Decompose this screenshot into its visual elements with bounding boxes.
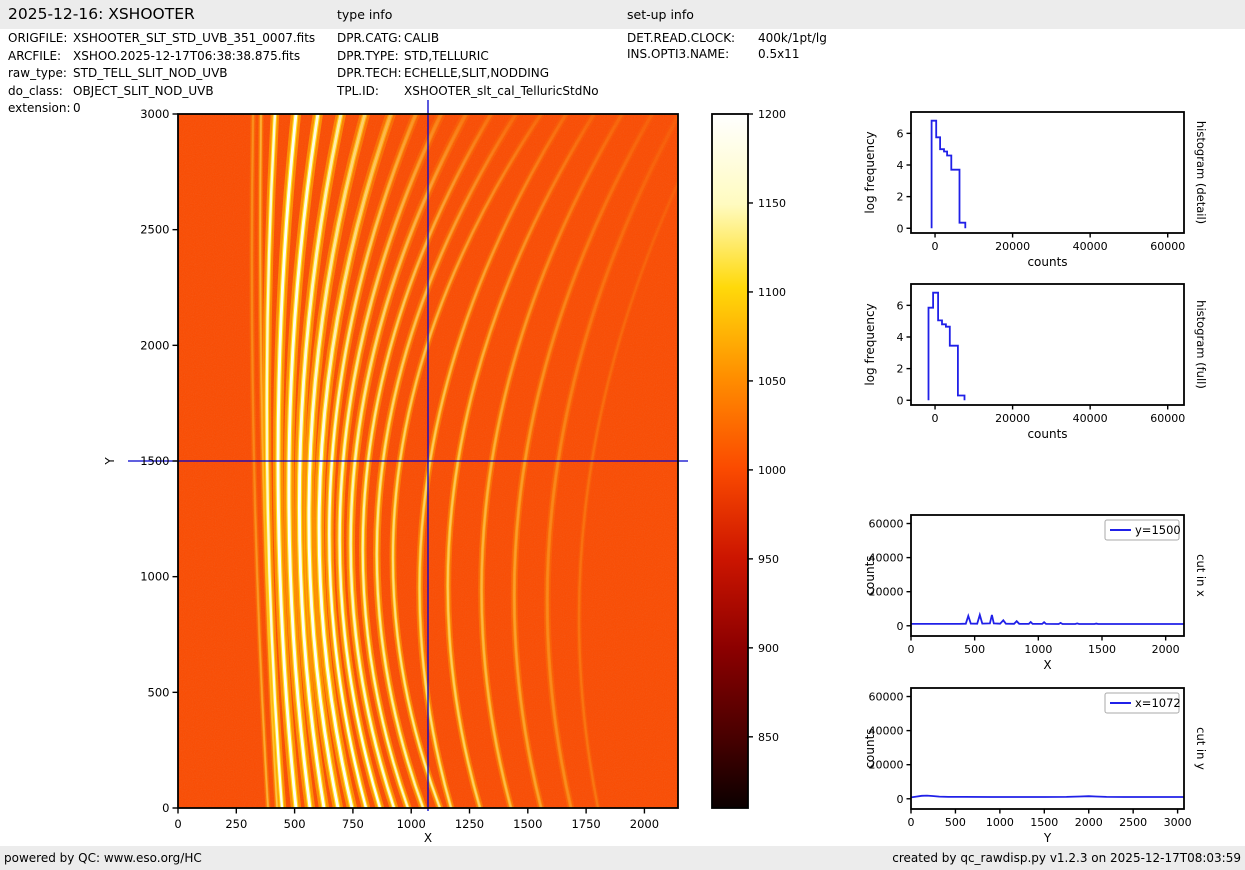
colorbar-tick-label: 950 — [758, 553, 779, 566]
y-tick-label: 4 — [897, 331, 904, 344]
x-tick-label: 1500 — [1030, 816, 1058, 829]
y-tick-label: 0 — [897, 222, 904, 235]
footer-powered-by: powered by QC: www.eso.org/HC — [4, 851, 202, 865]
x-tick-label: 40000 — [1073, 412, 1108, 425]
x-tick-label: 0 — [932, 412, 939, 425]
x-tick-label: 60000 — [1150, 240, 1185, 253]
qc-figure-area: 0 250 500 750 1000 1250 1500 1750 2000 0 500 1000 15… — [0, 0, 1245, 870]
colorbar-tick-label: 900 — [758, 642, 779, 655]
x-tick-label: 500 — [284, 817, 306, 831]
y-axis-label: log frequency — [863, 131, 877, 213]
footer-bar: powered by QC: www.eso.org/HC created by… — [0, 846, 1245, 870]
y-tick-label: 1500 — [140, 454, 169, 468]
x-tick-label: 0 — [174, 817, 181, 831]
colorbar-tick-label: 1150 — [758, 197, 786, 210]
x-axis-label: counts — [1027, 427, 1067, 441]
y-tick-label: 500 — [148, 685, 170, 699]
y-tick-label: 60000 — [869, 691, 904, 704]
x-tick-label: 500 — [945, 816, 966, 829]
x-tick-label: 250 — [225, 817, 247, 831]
cut_in_x-legend: y=1500 — [1104, 519, 1181, 541]
colorbar-tick-label: 850 — [758, 731, 779, 744]
x-tick-label: 3000 — [1164, 816, 1192, 829]
x-tick-label: 2000 — [1075, 816, 1103, 829]
x-tick-label: 0 — [908, 643, 915, 656]
colorbar-tick-label: 1050 — [758, 375, 786, 388]
y-tick-label: 0 — [897, 394, 904, 407]
x-axis-label: X — [424, 831, 432, 845]
x-tick-label: 1000 — [1024, 643, 1052, 656]
y-tick-label: 60000 — [869, 518, 904, 531]
colorbar-tick-label: 1100 — [758, 286, 786, 299]
colorbar-gradient — [712, 114, 748, 808]
y-tick-label: 2 — [897, 363, 904, 376]
y-tick-label: 6 — [897, 127, 904, 140]
cut_in_y-legend: x=1072 — [1104, 692, 1181, 714]
y-axis-label: Y — [103, 457, 117, 466]
y-tick-label: 0 — [897, 620, 904, 633]
footer-created-by: created by qc_rawdisp.py v1.2.3 on 2025-… — [892, 851, 1241, 865]
x-tick-label: 2000 — [1152, 643, 1180, 656]
legend-label: x=1072 — [1135, 696, 1181, 710]
x-tick-label: 1500 — [513, 817, 542, 831]
y-tick-label: 2500 — [140, 223, 169, 237]
x-axis-label: Y — [1043, 831, 1052, 845]
y-tick-label: 1000 — [140, 570, 169, 584]
qc-figure: 0 250 500 750 1000 1250 1500 1750 20000500100015… — [103, 100, 1208, 845]
x-tick-label: 40000 — [1073, 240, 1108, 253]
x-tick-label: 2500 — [1119, 816, 1147, 829]
y-tick-label: 6 — [897, 299, 904, 312]
y-axis-label: counts — [863, 728, 877, 768]
x-tick-label: 20000 — [995, 240, 1030, 253]
histogram_full-background — [911, 284, 1184, 405]
x-tick-label: 0 — [932, 240, 939, 253]
y-tick-label: 4 — [897, 159, 904, 172]
y-axis-label: log frequency — [863, 303, 877, 385]
right-side-label: histogram (detail) — [1194, 121, 1208, 224]
x-axis-label: X — [1043, 658, 1051, 672]
x-tick-label: 500 — [964, 643, 985, 656]
right-side-label: histogram (full) — [1194, 300, 1208, 389]
x-tick-label: 60000 — [1150, 412, 1185, 425]
x-tick-label: 1500 — [1088, 643, 1116, 656]
x-tick-label: 0 — [908, 816, 915, 829]
histogram_detail-background — [911, 112, 1184, 233]
x-tick-label: 20000 — [995, 412, 1030, 425]
right-side-label: cut in y — [1194, 727, 1208, 770]
x-tick-label: 2000 — [630, 817, 659, 831]
colorbar-tick-label: 1000 — [758, 464, 786, 477]
x-tick-label: 1250 — [455, 817, 484, 831]
legend-label: y=1500 — [1135, 523, 1181, 537]
y-tick-label: 3000 — [140, 107, 169, 121]
x-axis-label: counts — [1027, 255, 1067, 269]
right-side-label: cut in x — [1194, 554, 1208, 597]
y-tick-label: 0 — [897, 793, 904, 806]
colorbar-tick-label: 1200 — [758, 108, 786, 121]
y-tick-label: 0 — [162, 801, 169, 815]
y-axis-label: counts — [863, 555, 877, 595]
x-tick-label: 1750 — [571, 817, 600, 831]
y-tick-label: 2 — [897, 191, 904, 204]
y-tick-label: 2000 — [140, 338, 169, 352]
x-tick-label: 1000 — [986, 816, 1014, 829]
x-tick-label: 750 — [342, 817, 364, 831]
x-tick-label: 1000 — [397, 817, 426, 831]
